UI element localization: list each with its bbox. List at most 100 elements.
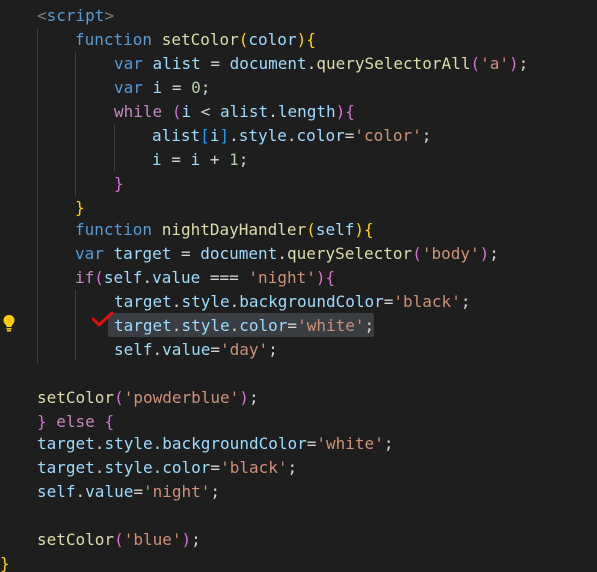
code-token: style — [181, 292, 230, 311]
code-token: . — [229, 126, 239, 145]
code-line[interactable]: } — [114, 172, 124, 196]
code-line[interactable]: setColor('powderblue'); — [37, 386, 259, 410]
code-token: . — [152, 340, 163, 359]
code-token: alist — [220, 102, 269, 121]
code-token: target — [113, 244, 172, 263]
code-line[interactable]: self.value='night'; — [37, 480, 220, 504]
code-token: ; — [421, 126, 432, 145]
code-token: } — [37, 412, 47, 431]
code-token: ){ — [354, 220, 374, 239]
code-line[interactable]: setColor('blue'); — [37, 528, 201, 552]
code-token: . — [286, 126, 297, 145]
code-token: querySelectorAll — [316, 54, 471, 73]
code-line[interactable]: } — [0, 552, 10, 572]
code-token: } — [75, 198, 85, 217]
code-token: document — [229, 54, 307, 73]
code-token: ( — [412, 244, 422, 263]
code-line[interactable]: target.style.backgroundColor='black'; — [114, 290, 470, 314]
code-token: . — [75, 482, 86, 501]
code-line[interactable]: } else { — [37, 410, 114, 434]
code-token: self — [103, 268, 143, 287]
code-token: . — [142, 268, 153, 287]
code-token: i — [190, 150, 201, 169]
code-token: ( — [114, 530, 124, 549]
code-line[interactable]: function setColor(color){ — [75, 28, 316, 52]
code-token: 'white' — [316, 434, 384, 453]
code-line[interactable]: <script> — [37, 4, 114, 28]
code-token: ; — [191, 530, 201, 549]
indent-guide — [75, 290, 76, 360]
code-token: = — [210, 340, 220, 359]
code-token: { — [104, 412, 115, 431]
code-token: 'night' — [142, 482, 211, 501]
code-token: ; — [210, 482, 221, 501]
lightbulb-icon[interactable] — [2, 314, 16, 332]
code-token: < — [37, 6, 47, 25]
code-token: backgroundColor — [239, 292, 384, 311]
code-token: color — [162, 458, 211, 477]
code-token: ) — [479, 244, 490, 263]
code-token: self — [114, 340, 153, 359]
code-token: < — [191, 102, 220, 121]
code-token: = — [133, 482, 143, 501]
code-token: var — [75, 244, 104, 263]
code-token: ) — [509, 54, 519, 73]
code-line[interactable]: alist[i].style.color='color'; — [152, 124, 431, 148]
code-token: style — [238, 126, 287, 145]
code-token: style — [104, 434, 153, 453]
code-line[interactable]: var target = document.querySelector('bod… — [75, 242, 499, 266]
code-token: i — [152, 78, 163, 97]
code-line[interactable]: i = i + 1; — [152, 148, 248, 172]
code-token: . — [94, 434, 105, 453]
code-token: + — [200, 150, 230, 169]
code-line[interactable]: var i = 0; — [114, 76, 210, 100]
code-token: ; — [489, 244, 499, 263]
code-line[interactable]: } — [75, 196, 85, 220]
code-token: ; — [518, 54, 529, 73]
code-token: = — [306, 434, 317, 453]
code-token: ) — [315, 268, 326, 287]
code-token: color — [239, 316, 288, 335]
code-token: nightDayHandler — [161, 220, 307, 239]
code-token: 1 — [229, 150, 239, 169]
code-editor[interactable]: <script> function setColor(color){var ali… — [0, 0, 597, 572]
code-line[interactable]: while (i < alist.length){ — [114, 100, 355, 124]
code-line[interactable]: var alist = document.querySelectorAll('a… — [114, 52, 528, 76]
code-token: ( — [470, 54, 481, 73]
code-token: === — [200, 268, 249, 287]
code-line[interactable]: target.style.backgroundColor='white'; — [37, 432, 393, 456]
code-token: setColor — [37, 388, 115, 407]
code-token: 0 — [191, 78, 201, 97]
code-line[interactable]: target.style.color='black'; — [37, 456, 297, 480]
indent-guide — [37, 28, 38, 364]
code-token: > — [104, 6, 115, 25]
code-token: } — [0, 554, 10, 572]
code-token: function — [75, 30, 153, 49]
code-line[interactable]: if(self.value === 'night'){ — [75, 266, 335, 290]
code-line[interactable]: target.style.color='white'; — [114, 314, 374, 338]
code-token: 'a' — [480, 54, 509, 73]
code-token: = — [210, 458, 221, 477]
code-token: } — [114, 174, 124, 193]
code-token: ; — [383, 434, 394, 453]
indent-guide — [114, 124, 115, 172]
code-token: value — [162, 340, 211, 359]
code-token: ) — [181, 530, 192, 549]
code-token: 'black' — [220, 458, 288, 477]
code-token: ( — [94, 268, 104, 287]
red-checkmark-icon — [92, 312, 114, 327]
code-token: value — [152, 268, 201, 287]
code-line[interactable]: self.value='day'; — [114, 338, 278, 362]
code-token: document — [200, 244, 278, 263]
code-token: 'color' — [354, 126, 422, 145]
code-token: ; — [248, 388, 259, 407]
code-line[interactable]: function nightDayHandler(self){ — [75, 218, 374, 242]
code-token: . — [171, 292, 182, 311]
code-token: { — [345, 102, 355, 121]
code-token: ( — [171, 102, 182, 121]
